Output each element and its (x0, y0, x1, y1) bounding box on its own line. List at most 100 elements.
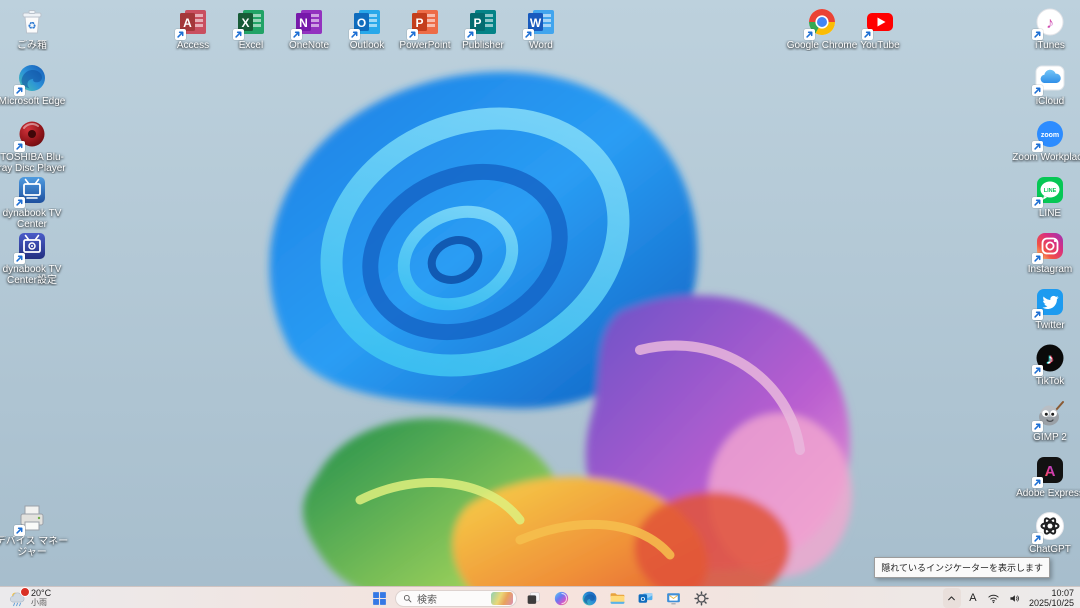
dynabook-tv-center-icon (16, 174, 48, 206)
svg-text:X: X (241, 16, 249, 30)
shortcut-arrow-icon (1032, 477, 1043, 488)
desktop-icon-youtube[interactable]: YouTube (842, 6, 918, 51)
device-manager-icon (16, 502, 48, 534)
desktop-icon-adobe-express[interactable]: AAdobe Express (1012, 454, 1080, 499)
desktop-icon-label: iCloud (1012, 96, 1080, 107)
shortcut-arrow-icon (14, 253, 25, 264)
svg-text:W: W (530, 16, 542, 30)
shortcut-arrow-icon (1032, 533, 1043, 544)
zoom-workplace-icon: zoom (1034, 118, 1066, 150)
desktop-icon-twitter[interactable]: Twitter (1012, 286, 1080, 331)
shortcut-arrow-icon (407, 29, 418, 40)
shortcut-arrow-icon (1032, 421, 1043, 432)
desktop-icon-microsoft-edge[interactable]: Microsoft Edge (0, 62, 70, 107)
shortcut-arrow-icon (1032, 253, 1043, 264)
start-button[interactable] (367, 588, 391, 608)
volume-icon[interactable] (1006, 588, 1024, 608)
ime-indicator[interactable]: A (964, 588, 982, 608)
line-icon: LINE (1034, 174, 1066, 206)
shortcut-arrow-icon (349, 29, 360, 40)
svg-text:O: O (357, 16, 366, 30)
svg-text:LINE: LINE (1044, 188, 1057, 194)
desktop-icon-dynabook-tv-center-settings[interactable]: dynabook TV Center設定 (0, 230, 70, 286)
desktop-icon-label: TOSHIBA Blu-ray Disc Player (0, 152, 70, 174)
microsoft-edge-icon (16, 62, 48, 94)
shortcut-arrow-icon (175, 29, 186, 40)
desktop-icon-label: LINE (1012, 208, 1080, 219)
clock[interactable]: 10:07 2025/10/25 (1027, 588, 1076, 608)
desktop-icon-itunes[interactable]: ♪ iTunes (1012, 6, 1080, 51)
tray-tooltip: 隠れているインジケーターを表示します (874, 557, 1050, 578)
shortcut-arrow-icon (14, 525, 25, 536)
taskbar-icon-mail[interactable] (661, 588, 685, 608)
taskbar-icon-copilot[interactable] (549, 588, 573, 608)
desktop-icon-label: Word (503, 40, 579, 51)
desktop-icon-tiktok[interactable]: ♪♪♪TikTok (1012, 342, 1080, 387)
desktop-icon-word[interactable]: W Word (503, 6, 579, 51)
desktop-icon-gimp[interactable]: GIMP 2 (1012, 398, 1080, 443)
shortcut-arrow-icon (862, 29, 873, 40)
desktop-icon-line[interactable]: LINE LINE (1012, 174, 1080, 219)
shortcut-arrow-icon (804, 29, 815, 40)
desktop-icon-dynabook-tv-center[interactable]: dynabook TV Center (0, 174, 70, 230)
desktop-icon-label: ChatGPT (1012, 544, 1080, 555)
taskbar-icon-settings[interactable] (689, 588, 713, 608)
icloud-icon (1034, 62, 1066, 94)
weather-icon (8, 589, 27, 608)
wallpaper-bloom (0, 0, 1080, 608)
publisher-icon: P (467, 6, 499, 38)
shortcut-arrow-icon (14, 197, 25, 208)
desktop-icon-toshiba-bluray-player[interactable]: TOSHIBA Blu-ray Disc Player (0, 118, 70, 174)
powerpoint-icon: P (409, 6, 441, 38)
search-box[interactable]: 検索 (395, 590, 517, 607)
desktop-icon-icloud[interactable]: iCloud (1012, 62, 1080, 107)
shortcut-arrow-icon (1032, 197, 1043, 208)
desktop-icon-label: Twitter (1012, 320, 1080, 331)
word-icon: W (525, 6, 557, 38)
svg-text:A: A (183, 16, 192, 30)
network-wifi-icon[interactable] (985, 588, 1003, 608)
dynabook-tv-center-settings-icon (16, 230, 48, 262)
svg-text:O: O (640, 597, 645, 603)
shortcut-arrow-icon (465, 29, 476, 40)
desktop-icon-chatgpt[interactable]: ChatGPT (1012, 510, 1080, 555)
desktop-icon-label: TikTok (1012, 376, 1080, 387)
svg-text:♪: ♪ (1046, 351, 1054, 368)
instagram-icon (1034, 230, 1066, 262)
desktop-icon-label: iTunes (1012, 40, 1080, 51)
search-placeholder: 検索 (417, 591, 487, 606)
itunes-icon: ♪ (1034, 6, 1066, 38)
weather-alert-badge (20, 587, 30, 597)
system-tray: A 10:07 2025/10/25 (943, 587, 1076, 608)
desktop: ♻ ごみ箱 Microsoft Edge TOSHIBA Blu-ray Disc P… (0, 0, 1080, 608)
shortcut-arrow-icon (523, 29, 534, 40)
desktop-icon-zoom-workplace[interactable]: zoomZoom Workplace (1012, 118, 1080, 163)
desktop-icon-instagram[interactable]: Instagram (1012, 230, 1080, 275)
shortcut-arrow-icon (1032, 141, 1043, 152)
weather-condition: 小雨 (31, 598, 51, 607)
shortcut-arrow-icon (14, 141, 25, 152)
recycle-bin-icon: ♻ (16, 6, 48, 38)
svg-text:P: P (415, 16, 423, 30)
clock-date: 2025/10/25 (1029, 598, 1074, 608)
taskbar-icon-microsoft-edge[interactable] (577, 588, 601, 608)
desktop-icon-recycle-bin[interactable]: ♻ ごみ箱 (0, 6, 70, 51)
shortcut-arrow-icon (1032, 365, 1043, 376)
widgets-weather-button[interactable]: 20°C 小雨 (4, 587, 55, 608)
svg-text:A: A (1045, 463, 1056, 480)
taskbar-icon-outlook[interactable]: O (633, 588, 657, 608)
show-hidden-icons-chevron[interactable] (943, 588, 961, 608)
weather-temp: 20°C (31, 589, 51, 598)
shortcut-arrow-icon (291, 29, 302, 40)
desktop-icon-label: YouTube (842, 40, 918, 51)
taskbar-center: 検索 O (367, 587, 713, 608)
desktop-icon-label: ごみ箱 (0, 40, 70, 51)
taskbar: 20°C 小雨 検索 O A 10:07 2025/10/25 (0, 586, 1080, 608)
taskbar-icon-file-explorer[interactable] (605, 588, 629, 608)
desktop-icon-label: Microsoft Edge (0, 96, 70, 107)
taskbar-icon-task-view[interactable] (521, 588, 545, 608)
adobe-express-icon: A (1034, 454, 1066, 486)
svg-text:zoom: zoom (1041, 132, 1059, 139)
gimp-icon (1034, 398, 1066, 430)
desktop-icon-device-manager[interactable]: デバイス マネージャー (0, 502, 70, 558)
